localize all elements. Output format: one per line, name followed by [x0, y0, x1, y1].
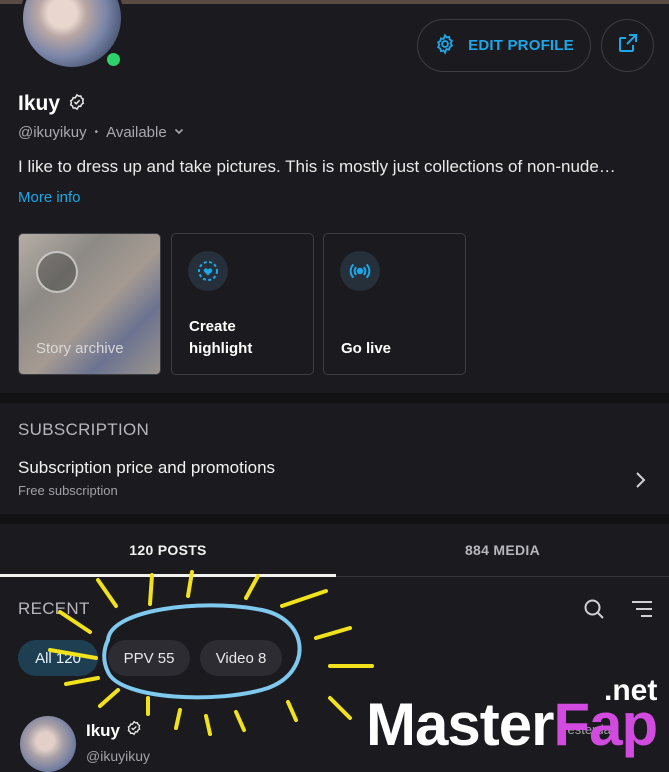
filter-chip-all[interactable]: All 120 [18, 640, 98, 676]
highlight-icon [188, 251, 228, 291]
post-author-handle: @ikuyikuy [86, 748, 151, 764]
availability-dropdown[interactable]: Available [106, 124, 185, 141]
tab-media[interactable]: 884 MEDIA [336, 542, 669, 558]
share-icon [616, 31, 640, 60]
go-live-label: Go live [341, 340, 392, 357]
subscription-price-title: Subscription price and promotions [18, 458, 276, 477]
watermark-text: MasterFap [366, 690, 658, 759]
create-highlight-label: Create highlight [189, 316, 252, 360]
sort-icon[interactable] [630, 599, 654, 624]
filter-chip-ppv[interactable]: PPV 55 [108, 640, 190, 676]
post-author-row: Ikuy [86, 720, 142, 741]
post-author-name[interactable]: Ikuy [86, 721, 120, 741]
subscription-price-subtitle: Free subscription [18, 483, 118, 498]
profile-handle: @ikuyikuy [18, 124, 87, 141]
edit-profile-label: EDIT PROFILE [468, 37, 574, 54]
watermark-logo: .net MasterFap [366, 674, 666, 760]
gear-icon [434, 32, 456, 59]
edit-profile-button[interactable]: EDIT PROFILE [417, 19, 591, 72]
create-highlight-line1: Create [189, 318, 236, 335]
chevron-down-icon [173, 124, 185, 141]
section-divider [0, 393, 669, 403]
profile-bio: I like to dress up and take pictures. Th… [18, 157, 616, 176]
story-archive-icon [36, 251, 78, 293]
active-tab-indicator [0, 574, 336, 577]
verified-icon [126, 720, 142, 741]
profile-name: Ikuy [18, 92, 61, 115]
chevron-right-icon [633, 470, 647, 495]
share-button[interactable] [601, 19, 654, 72]
profile-name-row: Ikuy [18, 92, 86, 116]
filter-chip-video[interactable]: Video 8 [200, 640, 282, 676]
create-highlight-line2: highlight [189, 340, 253, 357]
separator-dot: • [94, 127, 99, 138]
post-author-avatar[interactable] [20, 716, 76, 772]
story-archive-label: Story archive [36, 340, 124, 357]
section-divider [0, 514, 669, 524]
availability-label: Available [106, 124, 167, 141]
story-archive-card[interactable]: Story archive [18, 233, 161, 375]
online-status-dot [104, 50, 123, 69]
verified-icon [68, 93, 86, 116]
create-highlight-card[interactable]: Create highlight [171, 233, 314, 375]
subscription-heading: SUBSCRIPTION [18, 420, 150, 439]
watermark-master: Master [366, 691, 554, 758]
search-icon[interactable] [582, 597, 606, 626]
more-info-link[interactable]: More info [18, 189, 81, 206]
live-broadcast-icon [340, 251, 380, 291]
handle-row: @ikuyikuy • Available [18, 124, 185, 141]
go-live-card[interactable]: Go live [323, 233, 466, 375]
tab-posts[interactable]: 120 POSTS [0, 542, 336, 558]
watermark-fap: Fap [553, 691, 658, 758]
hand-drawn-annotation [48, 570, 374, 736]
recent-heading: RECENT [18, 599, 90, 618]
